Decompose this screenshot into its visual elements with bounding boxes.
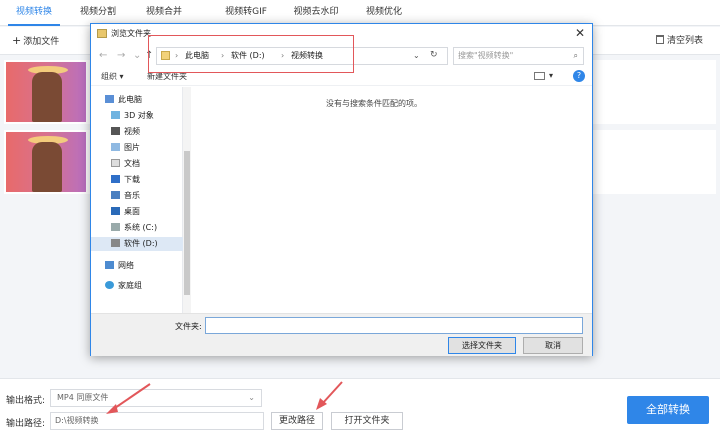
cube-icon (111, 111, 120, 119)
drive-icon (111, 223, 120, 231)
music-icon (111, 191, 120, 199)
nav-desktop[interactable]: 桌面 (111, 205, 140, 219)
empty-message: 没有与搜索条件匹配的项。 (326, 99, 422, 108)
nav-network[interactable]: 网络 (105, 259, 134, 273)
nav-music[interactable]: 音乐 (111, 189, 140, 203)
nav-label: 家庭组 (118, 281, 142, 290)
nav-label: 系统 (C:) (124, 223, 158, 232)
folder-label: 文件夹: (175, 322, 202, 331)
refresh-icon[interactable]: ↻ (430, 50, 438, 60)
nav-drive-d[interactable]: 软件 (D:) (91, 237, 183, 251)
annotation-arrow (111, 383, 151, 411)
nav-label: 软件 (D:) (124, 239, 158, 248)
search-icon: ⌕ (573, 51, 578, 60)
network-icon (105, 261, 114, 269)
nav-scrollbar[interactable] (183, 87, 191, 313)
chevron-down-icon[interactable]: ⌄ (413, 48, 420, 64)
forward-arrow-icon[interactable]: → (117, 50, 125, 61)
dialog-title: 浏览文件夹 (111, 29, 151, 38)
navigation-pane: 此电脑 3D 对象 视频 图片 文档 下载 音乐 桌面 系统 (C:) 软件 (… (91, 87, 183, 313)
nav-pictures[interactable]: 图片 (111, 141, 140, 155)
drive-icon (111, 239, 120, 247)
nav-label: 下载 (124, 175, 140, 184)
nav-homegroup[interactable]: 家庭组 (105, 279, 142, 293)
chevron-down-icon[interactable]: ⌄ (133, 50, 141, 61)
help-icon[interactable]: ? (573, 70, 585, 82)
scrollbar-thumb[interactable] (184, 151, 190, 295)
nav-label: 网络 (118, 261, 134, 270)
nav-label: 文档 (124, 159, 140, 168)
nav-3d-objects[interactable]: 3D 对象 (111, 109, 154, 123)
nav-label: 图片 (124, 143, 140, 152)
desktop-icon (111, 207, 120, 215)
chevron-down-icon[interactable]: ▾ (549, 71, 553, 80)
homegroup-icon (105, 281, 114, 289)
nav-label: 视频 (124, 127, 140, 136)
organize-menu[interactable]: 组织 ▾ (101, 71, 124, 82)
folder-name-input[interactable] (205, 317, 583, 334)
computer-icon (105, 95, 114, 103)
annotation-highlight-box (148, 35, 354, 73)
nav-documents[interactable]: 文档 (111, 157, 140, 171)
search-placeholder: 搜索"视频转换" (458, 51, 514, 60)
back-arrow-icon[interactable]: ← (99, 50, 107, 61)
folder-icon (97, 29, 107, 38)
video-icon (111, 127, 120, 135)
nav-videos[interactable]: 视频 (111, 125, 140, 139)
document-icon (111, 159, 120, 167)
nav-label: 此电脑 (118, 95, 142, 104)
picture-icon (111, 143, 120, 151)
nav-label: 桌面 (124, 207, 140, 216)
nav-label: 3D 对象 (124, 111, 154, 120)
download-icon (111, 175, 120, 183)
search-input[interactable]: 搜索"视频转换" ⌕ (453, 47, 584, 65)
nav-drive-c[interactable]: 系统 (C:) (111, 221, 157, 235)
folder-input-row: 文件夹: 选择文件夹 取消 (91, 313, 592, 356)
cancel-button[interactable]: 取消 (523, 337, 583, 354)
annotation-arrow (321, 381, 343, 405)
nav-this-pc[interactable]: 此电脑 (105, 93, 142, 107)
annotation-arrowhead (106, 404, 118, 414)
nav-label: 音乐 (124, 191, 140, 200)
nav-downloads[interactable]: 下载 (111, 173, 140, 187)
select-folder-button[interactable]: 选择文件夹 (448, 337, 516, 354)
view-options-icon[interactable] (534, 72, 545, 80)
close-icon[interactable]: ✕ (575, 26, 585, 40)
